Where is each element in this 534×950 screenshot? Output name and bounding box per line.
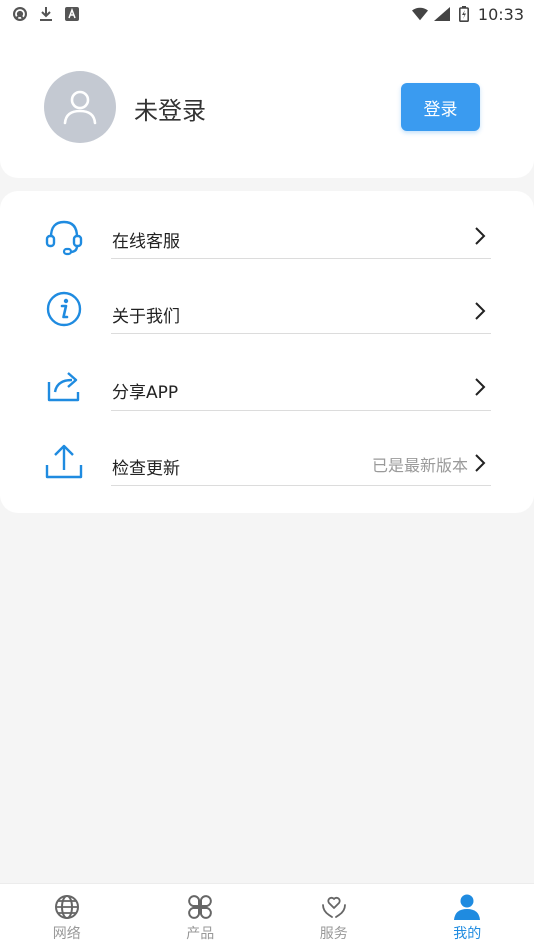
version-status: 已是最新版本 <box>371 456 468 475</box>
tab-mine[interactable]: 我的 <box>401 884 534 950</box>
tab-service[interactable]: 服务 <box>267 884 401 950</box>
divider <box>111 333 491 334</box>
divider <box>111 485 491 486</box>
chevron-right-icon <box>472 300 488 322</box>
user-icon <box>453 893 481 921</box>
wifi-icon <box>411 6 428 22</box>
chevron-right-icon <box>472 452 488 474</box>
menu-item-share-app[interactable]: 分享APP <box>0 350 534 426</box>
menu-item-label: 分享APP <box>112 383 179 403</box>
menu-item-online-service[interactable]: 在线客服 <box>0 199 534 275</box>
chevron-right-icon <box>472 376 488 398</box>
divider <box>111 410 491 411</box>
a-icon <box>64 6 80 22</box>
profile-card: 未登录 登录 <box>0 28 534 178</box>
status-bar-right: 10:33 <box>411 4 524 24</box>
tab-label: 我的 <box>453 926 482 942</box>
bottom-tab-bar: 网络 产品 服务 我的 <box>0 883 534 950</box>
chevron-right-icon <box>472 225 488 247</box>
menu-item-about-us[interactable]: 关于我们 <box>0 274 534 350</box>
menu-item-label: 关于我们 <box>112 307 180 327</box>
upload-icon <box>44 442 84 482</box>
download-icon <box>38 6 54 22</box>
status-bar-left <box>12 6 80 22</box>
info-icon <box>44 289 84 329</box>
status-time: 10:33 <box>477 4 524 24</box>
headset-icon <box>44 217 84 257</box>
user-avatar-icon[interactable] <box>44 71 116 143</box>
menu-item-label: 在线客服 <box>112 232 180 252</box>
status-bar: 10:33 <box>0 0 534 28</box>
share-icon <box>44 366 84 406</box>
tab-label: 产品 <box>186 926 215 942</box>
sync-icon <box>12 6 28 22</box>
menu-item-label: 检查更新 <box>112 459 180 479</box>
menu-item-check-update[interactable]: 检查更新 已是最新版本 <box>0 426 534 502</box>
signal-icon <box>433 6 450 22</box>
divider <box>111 258 491 259</box>
battery-icon <box>456 6 472 22</box>
grid-icon <box>186 893 214 921</box>
username[interactable]: 未登录 <box>134 91 206 126</box>
tab-label: 网络 <box>52 926 81 942</box>
tab-products[interactable]: 产品 <box>134 884 268 950</box>
login-button[interactable]: 登录 <box>401 83 480 131</box>
globe-icon <box>53 893 81 921</box>
heart-hands-icon <box>320 893 348 921</box>
tab-network[interactable]: 网络 <box>0 884 134 950</box>
tab-label: 服务 <box>319 926 348 942</box>
settings-menu: 在线客服 关于我们 分享APP 检查更新 已是最新版本 <box>0 191 534 513</box>
